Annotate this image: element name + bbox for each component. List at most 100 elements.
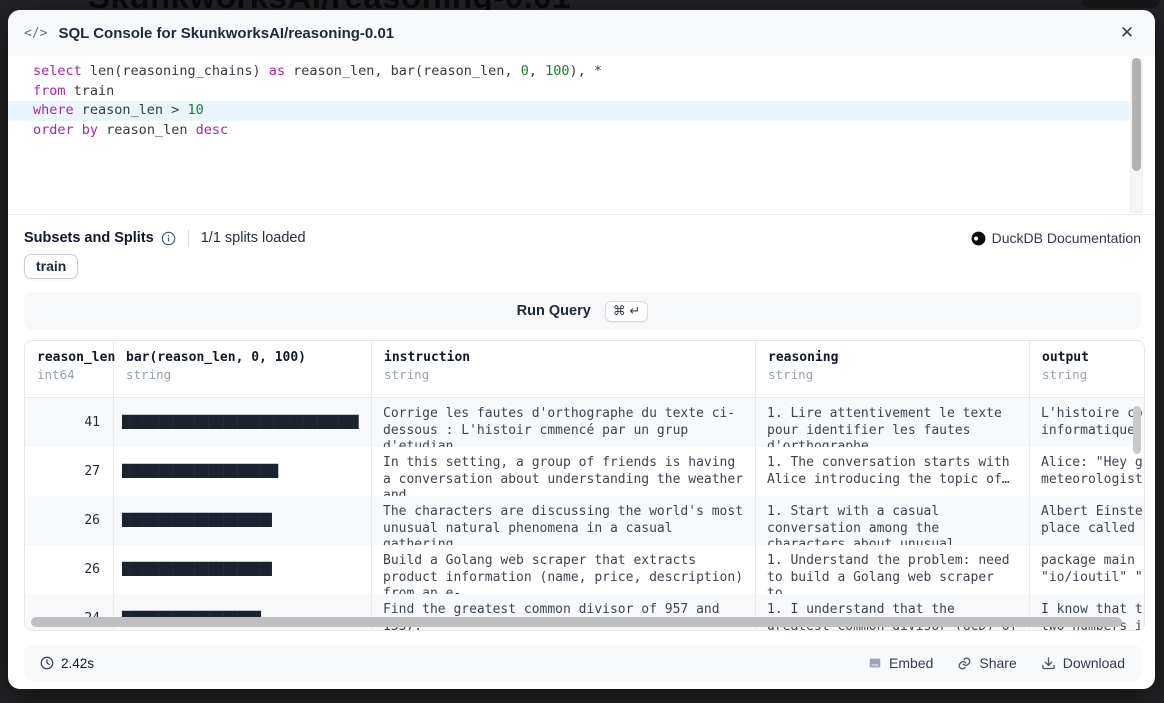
- column-type: string: [768, 367, 1017, 382]
- code-token: from: [33, 83, 66, 99]
- bar-visualization: █████████████████████▋: [122, 463, 281, 480]
- cell-instruction: Corrige les fautes d'orthographe du text…: [372, 398, 756, 447]
- modal-title: SQL Console for SkunkworksAI/reasoning-0…: [58, 25, 394, 42]
- table-row[interactable]: 27 █████████████████████▋ In this setting,…: [25, 447, 1144, 496]
- table-row[interactable]: 26 ████████████████████▊ The characters ar…: [25, 496, 1144, 545]
- code-token: order: [33, 122, 74, 138]
- code-token: len(reasoning_chains): [82, 63, 269, 79]
- editor-scrollbar-thumb[interactable]: [1132, 58, 1141, 171]
- code-line-2[interactable]: from train: [8, 82, 1129, 102]
- embed-label: Embed: [889, 655, 933, 671]
- download-icon: [1041, 656, 1056, 671]
- query-duration-value: 2.42s: [61, 656, 94, 671]
- backdrop-pill: [1082, 0, 1160, 8]
- cell-instruction: Build a Golang web scraper that extracts…: [372, 545, 756, 594]
- column-name: reason_len: [37, 350, 101, 365]
- keyboard-shortcut-badge: ⌘ ↵: [605, 301, 649, 322]
- cell-output: L'histoire co informatique: [1030, 398, 1144, 447]
- clock-icon: [40, 656, 54, 670]
- code-token: 100: [545, 63, 569, 79]
- code-token: where: [33, 102, 74, 118]
- sql-editor[interactable]: select len(reasoning_chains) as reason_l…: [8, 56, 1155, 215]
- column-type: int64: [37, 367, 101, 382]
- column-header-output[interactable]: output string: [1030, 341, 1144, 397]
- column-type: string: [384, 367, 743, 382]
- close-icon[interactable]: ✕: [1115, 21, 1139, 45]
- results-table: reason_len int64 bar(reason_len, 0, 100)st…: [24, 340, 1145, 631]
- split-chip-train[interactable]: train: [24, 254, 78, 279]
- cell-reasoning: 1. Understand the problem: need to build…: [756, 545, 1030, 594]
- splits-loaded-status: 1/1 splits loaded: [201, 230, 306, 246]
- table-row[interactable]: 26 ████████████████████▊ Build a Golang we…: [25, 545, 1144, 594]
- code-token: as: [269, 63, 285, 79]
- column-header-instruction[interactable]: instruction string: [372, 341, 756, 397]
- code-token: train: [66, 83, 115, 99]
- table-header-row: reason_len int64 bar(reason_len, 0, 100)st…: [25, 341, 1144, 398]
- share-button[interactable]: Share: [957, 655, 1016, 671]
- table-vertical-scrollbar[interactable]: [1133, 406, 1141, 454]
- divider: [188, 230, 189, 247]
- column-header-bar(reason_len, 0, 100)[interactable]: bar(reason_len, 0, 100)string: [114, 341, 372, 397]
- code-token: 10: [187, 102, 203, 118]
- code-icon: </>: [24, 26, 47, 41]
- column-name: instruction: [384, 350, 743, 365]
- embed-button[interactable]: Embed: [868, 655, 933, 671]
- cell-instruction: In this setting, a group of friends is h…: [372, 447, 756, 496]
- bar-visualization: ████████████████████████████████▊: [122, 414, 360, 431]
- cell-reason-len: 27: [25, 447, 114, 496]
- code-token: reason_len >: [74, 102, 188, 118]
- code-line-3[interactable]: where reason_len > 10: [8, 101, 1129, 121]
- download-label: Download: [1063, 655, 1125, 671]
- cell-reasoning: 1. The conversation starts with Alice in…: [756, 447, 1030, 496]
- modal-header: </> SQL Console for SkunkworksAI/reasoni…: [8, 10, 1155, 56]
- table-horizontal-scrollbar[interactable]: [31, 617, 1122, 627]
- cell-output: Alice: "Hey g meteorologist: [1030, 447, 1144, 496]
- share-label: Share: [979, 655, 1016, 671]
- subsets-label: Subsets and Splits: [24, 230, 154, 246]
- duckdb-documentation-label: DuckDB Documentation: [992, 230, 1141, 246]
- bar-visualization: ████████████████████▊: [122, 512, 274, 529]
- column-name: output: [1042, 350, 1132, 365]
- cell-reason-len: 26: [25, 496, 114, 545]
- cell-bar: ████████████████████████████████▊: [114, 398, 372, 447]
- column-type: string: [126, 367, 359, 382]
- cell-reason-len: 41: [25, 398, 114, 447]
- cell-output: package main "io/ioutil" ": [1030, 545, 1144, 594]
- cell-output: Albert Einste place called: [1030, 496, 1144, 545]
- code-token: ), *: [569, 63, 602, 79]
- code-line-4[interactable]: order by reason_len desc: [8, 121, 1129, 141]
- subsets-row: Subsets and Splits 1/1 splits loaded Duc…: [24, 227, 1141, 249]
- duckdb-logo-icon: [971, 231, 986, 246]
- column-name: reasoning: [768, 350, 1017, 365]
- query-duration: 2.42s: [40, 656, 94, 671]
- duckdb-documentation-link[interactable]: DuckDB Documentation: [971, 230, 1141, 246]
- table-row[interactable]: 41 ████████████████████████████████▊ Corri…: [25, 398, 1144, 447]
- results-footer: 2.42s Embed Share Download: [24, 645, 1141, 681]
- cell-reason-len: 26: [25, 545, 114, 594]
- code-token: reason_len: [98, 122, 196, 138]
- download-button[interactable]: Download: [1041, 655, 1125, 671]
- table-body: 41 ████████████████████████████████▊ Corri…: [25, 398, 1144, 631]
- code-token: by: [82, 122, 98, 138]
- sql-console-modal: </> SQL Console for SkunkworksAI/reasoni…: [8, 10, 1155, 689]
- cell-reasoning: 1. Lire attentivement le texte pour iden…: [756, 398, 1030, 447]
- bar-visualization: ████████████████████▊: [122, 561, 274, 578]
- column-type: string: [1042, 367, 1132, 382]
- info-icon[interactable]: [161, 231, 176, 246]
- code-token: desc: [196, 122, 229, 138]
- cell-bar: █████████████████████▋: [114, 447, 372, 496]
- cell-bar: ████████████████████▊: [114, 496, 372, 545]
- run-query-label: Run Query: [517, 303, 591, 319]
- code-token: reason_len, bar(reason_len,: [285, 63, 521, 79]
- share-icon: [957, 656, 972, 671]
- column-header-reason_len[interactable]: reason_len int64: [25, 341, 114, 397]
- cell-instruction: The characters are discussing the world'…: [372, 496, 756, 545]
- code-token: [74, 122, 82, 138]
- footer-actions: Embed Share Download: [868, 655, 1125, 671]
- run-query-button[interactable]: Run Query ⌘ ↵: [24, 292, 1141, 330]
- code-token: 0: [521, 63, 529, 79]
- embed-icon: [868, 656, 882, 670]
- column-header-reasoning[interactable]: reasoning string: [756, 341, 1030, 397]
- code-line-1[interactable]: select len(reasoning_chains) as reason_l…: [8, 62, 1129, 82]
- code-token: select: [33, 63, 82, 79]
